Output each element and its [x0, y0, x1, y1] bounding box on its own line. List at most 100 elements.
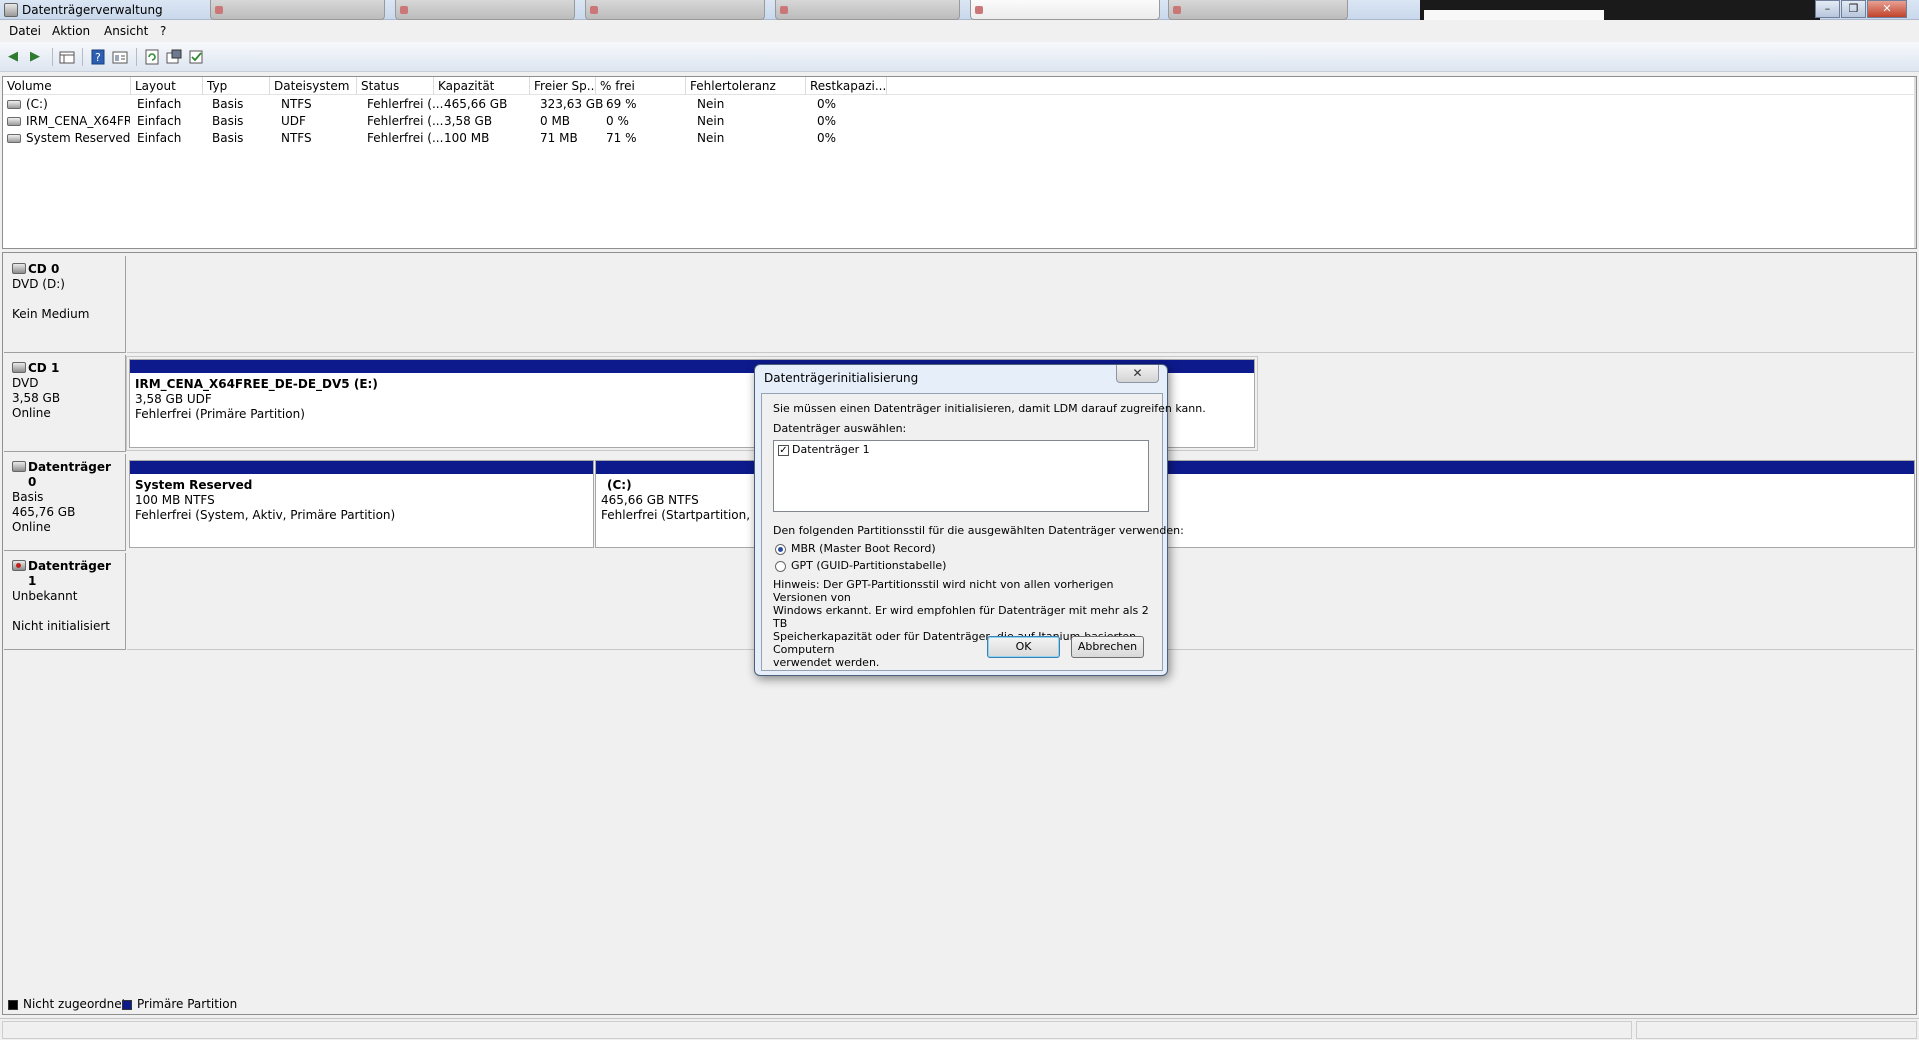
column-fehlertoleranz[interactable]: Fehlertoleranz: [686, 77, 806, 95]
toolbar-separator: [136, 48, 137, 66]
initialize-disk-dialog: Datenträgerinitialisierung ✕ Sie müssen …: [754, 364, 1206, 676]
toolbar-separator: [52, 48, 53, 66]
properties-icon[interactable]: [112, 49, 128, 65]
disk-size: 465,76 GB: [12, 505, 76, 519]
svg-text:?: ?: [95, 51, 101, 64]
menu-aktion[interactable]: Aktion: [52, 24, 90, 38]
ok-button[interactable]: OK: [987, 636, 1060, 658]
cell-volume: IRM_CENA_X64FR...: [26, 114, 130, 128]
background-browser-tab[interactable]: [1168, 0, 1348, 20]
background-window-box: [1424, 10, 1604, 20]
status-pane: [1636, 1021, 1917, 1039]
cell-kapazitaet: 100 MB: [444, 131, 490, 145]
mbr-radio[interactable]: [775, 544, 786, 555]
disk-checkbox-label[interactable]: Datenträger 1: [792, 443, 870, 456]
cell-restkapazitaet: 0%: [817, 114, 837, 128]
menu-datei[interactable]: Datei: [9, 24, 41, 38]
menu-help[interactable]: ?: [160, 24, 166, 38]
window-title: Datenträgerverwaltung: [22, 3, 163, 17]
primary-partition-bar: [130, 461, 593, 474]
cell-dateisystem: UDF: [281, 114, 306, 128]
minimize-button[interactable]: –: [1815, 0, 1840, 18]
console-tree-icon[interactable]: [59, 49, 75, 65]
column-restkapazitaet[interactable]: Restkapazi...: [806, 77, 887, 95]
disk-label-cd0[interactable]: CD 0 DVD (D:) Kein Medium: [4, 256, 126, 353]
column-kapazitaet[interactable]: Kapazität: [434, 77, 530, 95]
status-bar: [0, 1018, 1919, 1040]
check-icon[interactable]: [188, 49, 204, 65]
dialog-intro-text: Sie müssen einen Datenträger initialisie…: [773, 402, 1206, 415]
cell-layout: Einfach: [137, 97, 182, 111]
background-browser-tab[interactable]: [970, 0, 1160, 20]
cell-dateisystem: NTFS: [281, 97, 312, 111]
cell-kapazitaet: 3,58 GB: [444, 114, 493, 128]
cell-prozent-frei: 69 %: [606, 97, 637, 111]
column-typ[interactable]: Typ: [203, 77, 270, 95]
cell-layout: Einfach: [137, 131, 182, 145]
cell-restkapazitaet: 0%: [817, 131, 837, 145]
disk-label-datentraeger-0[interactable]: Datenträger 0 Basis 465,76 GB Online: [4, 454, 126, 551]
cell-layout: Einfach: [137, 114, 182, 128]
uninitialized-disk-icon: [12, 560, 26, 571]
volume-row[interactable]: (C:) Einfach Basis NTFS Fehlerfrei (... …: [3, 96, 1916, 113]
cell-fehlertoleranz: Nein: [697, 97, 725, 111]
volume-row[interactable]: System Reserved Einfach Basis NTFS Fehle…: [3, 130, 1916, 147]
gpt-radio-label[interactable]: GPT (GUID-Partitionstabelle): [791, 559, 946, 572]
cell-prozent-frei: 0 %: [606, 114, 629, 128]
legend-primary-swatch: [122, 1000, 132, 1010]
background-browser-tab[interactable]: [775, 0, 960, 20]
cd-drive-icon: [12, 263, 26, 274]
legend-unallocated-swatch: [8, 1000, 18, 1010]
disk-select-list[interactable]: ✓ Datenträger 1: [773, 440, 1149, 512]
cell-restkapazitaet: 0%: [817, 97, 837, 111]
column-freier-speicher[interactable]: Freier Sp...: [530, 77, 596, 95]
disk-label-datentraeger-1[interactable]: Datenträger 1 Unbekannt Nicht initialisi…: [4, 553, 126, 650]
disk-select-label: Datenträger auswählen:: [773, 422, 907, 435]
partition-system-reserved[interactable]: System Reserved 100 MB NTFS Fehlerfrei (…: [129, 460, 594, 548]
maximize-button[interactable]: ❐: [1841, 0, 1866, 18]
back-icon[interactable]: ◀: [5, 49, 21, 65]
partition-size: 100 MB NTFS: [135, 493, 215, 507]
refresh-icon[interactable]: [144, 49, 160, 65]
cancel-button[interactable]: Abbrechen: [1071, 636, 1144, 658]
column-prozent-frei[interactable]: % frei: [596, 77, 686, 95]
volume-list-scrollbar[interactable]: [1914, 77, 1916, 248]
cell-fehlertoleranz: Nein: [697, 131, 725, 145]
disk-name: Datenträger 0: [28, 460, 111, 489]
disk-size: [12, 292, 117, 307]
cell-kapazitaet: 465,66 GB: [444, 97, 508, 111]
disk-checkbox[interactable]: ✓: [778, 445, 789, 456]
drive-icon: [7, 100, 21, 109]
disk-type: Unbekannt: [12, 589, 78, 603]
cell-fehlertoleranz: Nein: [697, 114, 725, 128]
cell-typ: Basis: [212, 97, 244, 111]
column-layout[interactable]: Layout: [131, 77, 203, 95]
forward-icon[interactable]: ▶: [27, 49, 43, 65]
menu-ansicht[interactable]: Ansicht: [104, 24, 148, 38]
mbr-radio-label[interactable]: MBR (Master Boot Record): [791, 542, 936, 555]
close-button[interactable]: ✕: [1867, 0, 1907, 18]
settings-icon[interactable]: [166, 49, 182, 65]
column-volume[interactable]: Volume: [3, 77, 131, 95]
cell-status: Fehlerfrei (...: [367, 97, 444, 111]
cell-typ: Basis: [212, 114, 244, 128]
disk-size: [12, 604, 117, 619]
hard-disk-icon: [12, 461, 26, 472]
dialog-close-button[interactable]: ✕: [1116, 365, 1159, 383]
volume-row[interactable]: IRM_CENA_X64FR... Einfach Basis UDF Fehl…: [3, 113, 1916, 130]
drive-icon: [7, 117, 21, 126]
background-browser-tab[interactable]: [395, 0, 575, 20]
column-status[interactable]: Status: [357, 77, 434, 95]
disk-type: Basis: [12, 490, 44, 504]
help-icon[interactable]: ?: [90, 49, 106, 65]
toolbar-separator: [82, 48, 83, 66]
disk-label-cd1[interactable]: CD 1 DVD 3,58 GB Online: [4, 355, 126, 452]
disk-status: Nicht initialisiert: [12, 619, 110, 633]
legend: Nicht zugeordnet Primäre Partition: [2, 996, 402, 1014]
background-browser-tab[interactable]: [585, 0, 765, 20]
status-pane: [2, 1021, 1632, 1039]
volume-list[interactable]: Volume Layout Typ Dateisystem Status Kap…: [2, 76, 1917, 249]
column-dateisystem[interactable]: Dateisystem: [270, 77, 357, 95]
gpt-radio[interactable]: [775, 561, 786, 572]
background-browser-tab[interactable]: [210, 0, 385, 20]
